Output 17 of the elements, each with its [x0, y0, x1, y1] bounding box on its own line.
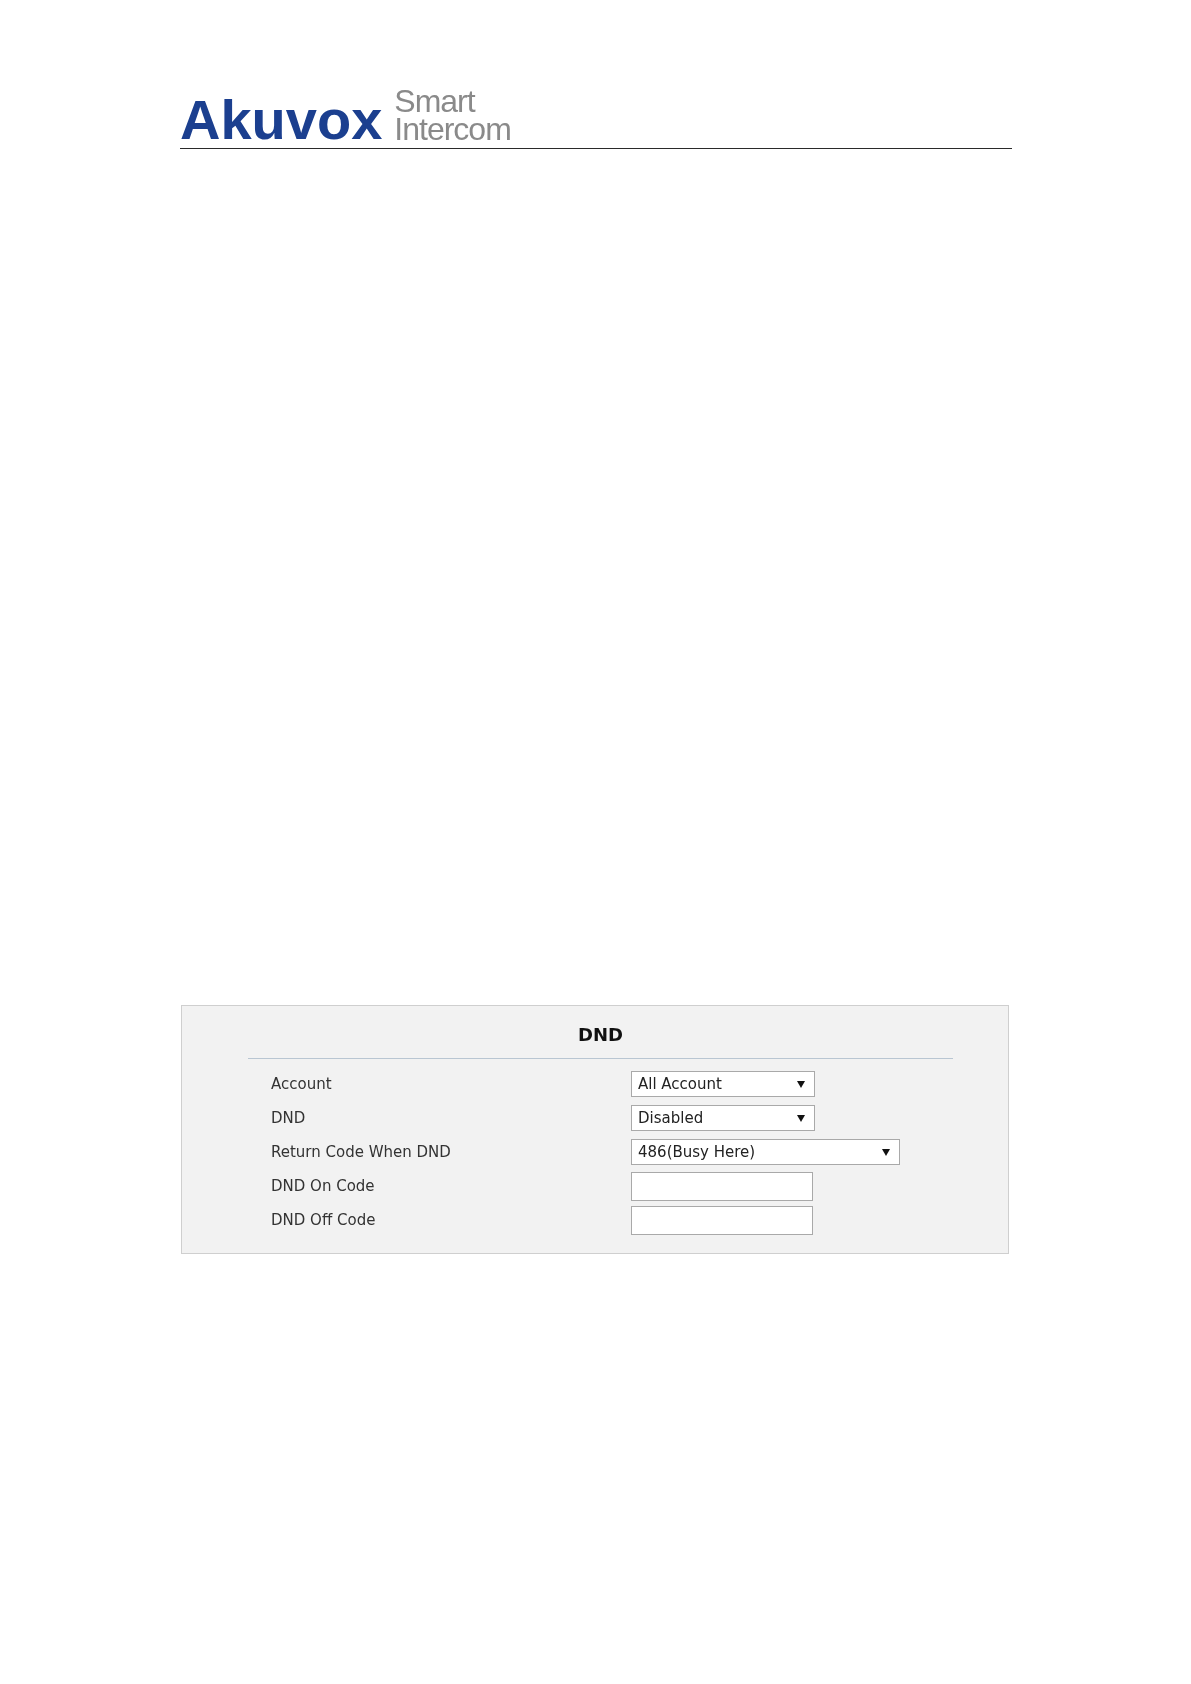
- panel-title: DND: [578, 1023, 623, 1047]
- caret-icon: [797, 1114, 805, 1122]
- input-field[interactable]: [631, 1205, 813, 1235]
- field-label: DND On Code: [271, 1177, 376, 1195]
- tagline-text: Smart: [394, 87, 476, 115]
- dropdown[interactable]: All Account: [631, 1071, 815, 1097]
- field-label: DND Off Code: [271, 1211, 377, 1229]
- field-label: Account: [271, 1075, 333, 1093]
- dropdown[interactable]: Disabled: [631, 1105, 815, 1131]
- dropdown[interactable]: 486(Busy Here): [631, 1139, 900, 1165]
- tagline-text: Intercom: [394, 115, 511, 143]
- field-label: DND: [271, 1109, 307, 1127]
- input-field[interactable]: [631, 1171, 813, 1201]
- caret-icon: [797, 1080, 805, 1088]
- caret-icon: [882, 1148, 890, 1156]
- field-label: Return Code When DND: [271, 1143, 452, 1161]
- brand-name: Akuvox: [180, 97, 383, 143]
